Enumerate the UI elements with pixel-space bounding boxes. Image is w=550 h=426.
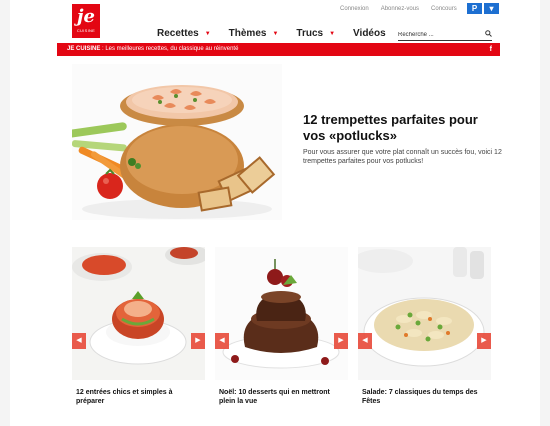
tagline-banner: JE CUISINE : Les meilleures recettes, du… xyxy=(57,43,500,56)
pinterest-icon[interactable]: P xyxy=(467,3,482,14)
carousel-prev-button[interactable]: ◀ xyxy=(72,333,86,349)
logo-main-text: je xyxy=(77,6,95,27)
carousel-next-button[interactable]: ▶ xyxy=(477,333,491,349)
hero-title[interactable]: 12 trempettes parfaites pour vos «potluc… xyxy=(303,112,503,144)
page: je CUISINE Connexion Abonnez-vous Concou… xyxy=(0,0,550,426)
card-caption[interactable]: 12 entrées chics et simples à préparer xyxy=(72,388,200,406)
contests-link[interactable]: Concours xyxy=(431,6,457,12)
nav-item-trucs[interactable]: Trucs ▼ xyxy=(296,28,335,39)
nav-item-themes[interactable]: Thèmes ▼ xyxy=(229,28,279,39)
card-image[interactable]: ◀ ▶ xyxy=(215,247,348,380)
article-card[interactable]: ◀ ▶ Noël: 10 desserts qui en mettront pl… xyxy=(215,247,348,406)
page-margin-left xyxy=(0,0,10,426)
card-caption[interactable]: Salade: 7 classiques du temps des Fêtes xyxy=(358,388,486,406)
article-card[interactable]: ◀ ▶ Salade: 7 classiques du temps des Fê… xyxy=(358,247,491,406)
card-image[interactable]: ◀ ▶ xyxy=(72,247,205,380)
banner-brand: JE CUISINE xyxy=(67,46,101,52)
nav-item-label: Thèmes xyxy=(228,28,267,39)
facebook-icon[interactable]: f xyxy=(490,43,492,56)
nav-item-label: Recettes xyxy=(157,28,199,39)
logo-sub-text: CUISINE xyxy=(76,28,96,33)
article-card[interactable]: ◀ ▶ 12 entrées chics et simples à prépar… xyxy=(72,247,205,406)
more-social-icon[interactable]: ▾ xyxy=(484,3,499,14)
card-caption[interactable]: Noël: 10 desserts qui en mettront plein … xyxy=(215,388,343,406)
page-margin-right xyxy=(540,0,550,426)
card-image[interactable]: ◀ ▶ xyxy=(358,247,491,380)
chevron-down-icon: ▼ xyxy=(272,30,279,37)
nav-item-videos[interactable]: Vidéos xyxy=(353,28,386,39)
carousel-prev-button[interactable]: ◀ xyxy=(215,333,229,349)
main-nav: Recettes ▼ Thèmes ▼ Trucs ▼ Vidéos xyxy=(157,28,404,39)
social-buttons: P ▾ xyxy=(467,3,499,14)
search-box xyxy=(398,29,492,41)
top-links: Connexion Abonnez-vous Concours xyxy=(340,6,457,12)
carousel-next-button[interactable]: ▶ xyxy=(191,333,205,349)
nav-item-label: Trucs xyxy=(296,28,324,39)
nav-item-label: Vidéos xyxy=(353,28,386,39)
chevron-down-icon: ▼ xyxy=(204,30,211,37)
login-link[interactable]: Connexion xyxy=(340,6,369,12)
search-input[interactable] xyxy=(398,31,473,38)
site-logo[interactable]: je CUISINE xyxy=(72,4,100,38)
search-icon[interactable] xyxy=(485,30,492,39)
banner-tagline: : Les meilleures recettes, du classique … xyxy=(100,46,239,52)
carousel-next-button[interactable]: ▶ xyxy=(334,333,348,349)
hero-description: Pour vous assurer que votre plat connaît… xyxy=(303,149,502,165)
hero-image[interactable] xyxy=(72,64,282,220)
chevron-down-icon: ▼ xyxy=(329,30,336,37)
subscribe-link[interactable]: Abonnez-vous xyxy=(381,6,419,12)
carousel-prev-button[interactable]: ◀ xyxy=(358,333,372,349)
nav-item-recettes[interactable]: Recettes ▼ xyxy=(157,28,211,39)
